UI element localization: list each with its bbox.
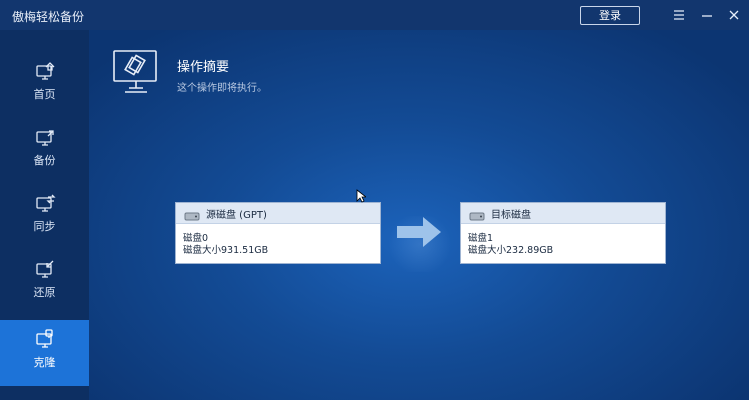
home-icon <box>34 60 56 82</box>
close-icon[interactable] <box>726 7 742 23</box>
app-title: 傲梅轻松备份 <box>12 10 85 24</box>
restore-icon <box>34 258 56 280</box>
mouse-cursor-icon <box>356 188 368 203</box>
target-disk-card[interactable]: 目标磁盘 磁盘1 磁盘大小232.89GB <box>460 202 666 264</box>
target-disk-title: 目标磁盘 <box>491 210 531 221</box>
backup-icon <box>34 126 56 148</box>
source-disk-header: 源磁盘 (GPT) <box>176 203 380 224</box>
source-disk-size: 磁盘大小931.51GB <box>183 245 269 256</box>
sidebar-item-sync[interactable]: 同步 <box>0 184 89 250</box>
sync-icon <box>34 192 56 214</box>
minimize-icon[interactable] <box>699 7 715 23</box>
title-bar: 傲梅轻松备份 登录 <box>0 0 749 30</box>
page-subtitle: 这个操作即将执行。 <box>177 83 267 94</box>
monitor-clone-icon <box>111 48 161 96</box>
target-disk-size: 磁盘大小232.89GB <box>468 245 554 256</box>
sidebar-item-label: 还原 <box>33 286 56 299</box>
clone-icon <box>34 328 56 350</box>
login-button[interactable]: 登录 <box>580 6 640 25</box>
menu-icon[interactable] <box>671 7 687 23</box>
right-arrow-icon <box>395 215 443 249</box>
sidebar-item-label: 首页 <box>33 88 56 101</box>
sidebar-item-label: 备份 <box>33 154 56 167</box>
page-title: 操作摘要 <box>177 60 230 75</box>
sidebar-item-restore[interactable]: 还原 <box>0 250 89 316</box>
hard-disk-icon <box>184 207 200 221</box>
source-disk-card[interactable]: 源磁盘 (GPT) 磁盘0 磁盘大小931.51GB <box>175 202 381 264</box>
sidebar-item-clone[interactable]: 克隆 <box>0 320 89 386</box>
target-disk-header: 目标磁盘 <box>461 203 665 224</box>
source-disk-title: 源磁盘 (GPT) <box>206 210 267 221</box>
hard-disk-icon <box>469 207 485 221</box>
main-panel: 操作摘要 这个操作即将执行。 源磁盘 (GPT) 磁盘0 磁盘大小931.51G… <box>89 30 749 400</box>
sidebar-item-home[interactable]: 首页 <box>0 52 89 118</box>
sidebar-item-label: 克隆 <box>33 356 56 369</box>
sidebar-item-label: 同步 <box>33 220 56 233</box>
sidebar-item-backup[interactable]: 备份 <box>0 118 89 184</box>
sidebar: 首页 备份 同步 还原 克隆 <box>0 30 89 400</box>
